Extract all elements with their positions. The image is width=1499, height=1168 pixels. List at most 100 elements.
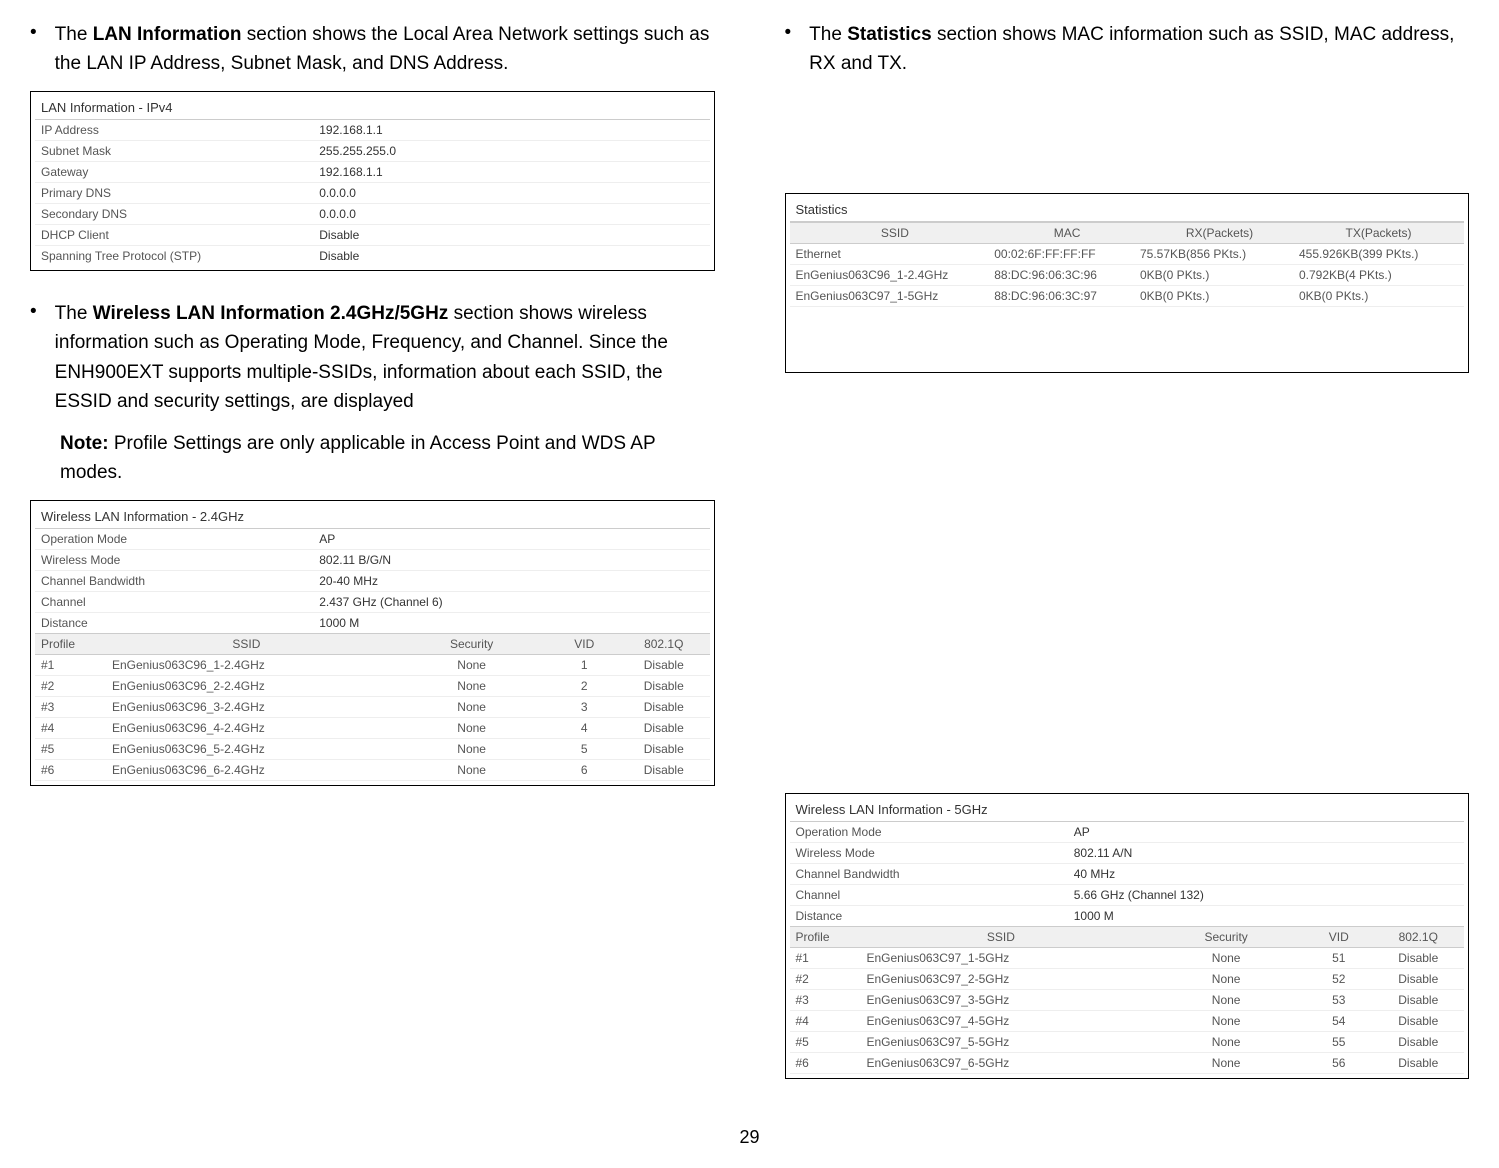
cell-ssid: EnGenius063C97_3-5GHz: [849, 993, 1154, 1007]
info-label: Channel Bandwidth: [41, 574, 319, 588]
cell-security: None: [1153, 993, 1299, 1007]
cell-security: None: [1153, 1014, 1299, 1028]
info-value: 802.11 A/N: [1074, 846, 1458, 860]
cell-vid: 53: [1299, 993, 1379, 1007]
col-rx: RX(Packets): [1140, 226, 1299, 240]
stats-header: SSID MAC RX(Packets) TX(Packets): [790, 222, 1465, 244]
cell-ssid: EnGenius063C96_3-2.4GHz: [94, 700, 399, 714]
cell-vid: 2: [545, 679, 625, 693]
cell-security: None: [399, 763, 545, 777]
wlan-info-row: Distance1000 M: [35, 613, 710, 633]
col-8021q: 802.1Q: [624, 637, 704, 651]
cell-8021q: Disable: [624, 763, 704, 777]
cell-rx: 0KB(0 PKts.): [1140, 268, 1299, 282]
wlan-profile-row: #4EnGenius063C97_4-5GHzNone54Disable: [790, 1011, 1465, 1032]
info-label: Channel: [796, 888, 1074, 902]
wlan5-header: Profile SSID Security VID 802.1Q: [790, 926, 1465, 948]
wlan-profile-row: #1EnGenius063C97_1-5GHzNone51Disable: [790, 948, 1465, 969]
wlan-info-row: Channel5.66 GHz (Channel 132): [790, 885, 1465, 906]
cell-mac: 88:DC:96:06:3C:97: [994, 289, 1140, 303]
cell-profile: #6: [796, 1056, 849, 1070]
cell-profile: #4: [796, 1014, 849, 1028]
info-label: Secondary DNS: [41, 207, 319, 221]
col-mac: MAC: [994, 226, 1140, 240]
wlan-profile-row: #3EnGenius063C97_3-5GHzNone53Disable: [790, 990, 1465, 1011]
wlan-info-row: Wireless Mode802.11 A/N: [790, 843, 1465, 864]
wlan-profile-row: #3EnGenius063C96_3-2.4GHzNone3Disable: [35, 697, 710, 718]
stats-panel-title: Statistics: [790, 198, 1465, 222]
wlan-info-row: Wireless Mode802.11 B/G/N: [35, 550, 710, 571]
cell-security: None: [1153, 1056, 1299, 1070]
wlan-profile-row: #1EnGenius063C96_1-2.4GHzNone1Disable: [35, 655, 710, 676]
cell-profile: #5: [41, 742, 94, 756]
page-number: 29: [30, 1127, 1469, 1148]
info-value: 1000 M: [319, 616, 703, 630]
info-value: AP: [1074, 825, 1458, 839]
info-value: 2.437 GHz (Channel 6): [319, 595, 703, 609]
cell-ssid: EnGenius063C97_6-5GHz: [849, 1056, 1154, 1070]
cell-ssid: Ethernet: [796, 247, 995, 261]
wlan-bullet: • The Wireless LAN Information 2.4GHz/5G…: [30, 299, 715, 417]
col-8021q: 802.1Q: [1379, 930, 1459, 944]
cell-8021q: Disable: [1379, 1056, 1459, 1070]
col-security: Security: [1153, 930, 1299, 944]
info-value: 1000 M: [1074, 909, 1458, 923]
stats-bullet: • The Statistics section shows MAC infor…: [785, 20, 1470, 79]
cell-ssid: EnGenius063C97_2-5GHz: [849, 972, 1154, 986]
col-tx: TX(Packets): [1299, 226, 1458, 240]
cell-security: None: [399, 700, 545, 714]
stats-row: EnGenius063C97_1-5GHz88:DC:96:06:3C:970K…: [790, 286, 1465, 307]
cell-profile: #3: [796, 993, 849, 1007]
wlan-info-row: Channel Bandwidth20-40 MHz: [35, 571, 710, 592]
cell-8021q: Disable: [624, 721, 704, 735]
bullet-icon: •: [785, 22, 792, 79]
lan-info-row: Secondary DNS0.0.0.0: [35, 204, 710, 225]
cell-tx: 0.792KB(4 PKts.): [1299, 268, 1458, 282]
bullet-icon: •: [30, 22, 37, 79]
cell-mac: 88:DC:96:06:3C:96: [994, 268, 1140, 282]
cell-rx: 75.57KB(856 PKts.): [1140, 247, 1299, 261]
info-value: 0.0.0.0: [319, 186, 703, 200]
cell-8021q: Disable: [624, 742, 704, 756]
cell-ssid: EnGenius063C97_1-5GHz: [849, 951, 1154, 965]
cell-tx: 455.926KB(399 PKts.): [1299, 247, 1458, 261]
info-label: Channel Bandwidth: [796, 867, 1074, 881]
cell-security: None: [399, 742, 545, 756]
cell-ssid: EnGenius063C97_5-5GHz: [849, 1035, 1154, 1049]
cell-profile: #1: [41, 658, 94, 672]
cell-vid: 6: [545, 763, 625, 777]
wlan5-title: Wireless LAN Information - 5GHz: [790, 798, 1465, 822]
wlan-info-row: Distance1000 M: [790, 906, 1465, 926]
cell-security: None: [399, 658, 545, 672]
info-value: 40 MHz: [1074, 867, 1458, 881]
stats-row: EnGenius063C96_1-2.4GHz88:DC:96:06:3C:96…: [790, 265, 1465, 286]
cell-ssid: EnGenius063C96_6-2.4GHz: [94, 763, 399, 777]
cell-profile: #4: [41, 721, 94, 735]
info-label: Primary DNS: [41, 186, 319, 200]
col-vid: VID: [1299, 930, 1379, 944]
cell-security: None: [1153, 1035, 1299, 1049]
cell-8021q: Disable: [624, 679, 704, 693]
cell-profile: #2: [41, 679, 94, 693]
cell-profile: #2: [796, 972, 849, 986]
cell-8021q: Disable: [1379, 1014, 1459, 1028]
info-value: AP: [319, 532, 703, 546]
wlan-profile-row: #6EnGenius063C96_6-2.4GHzNone6Disable: [35, 760, 710, 781]
wlan-profile-row: #6EnGenius063C97_6-5GHzNone56Disable: [790, 1053, 1465, 1074]
cell-vid: 4: [545, 721, 625, 735]
cell-8021q: Disable: [1379, 1035, 1459, 1049]
lan-info-row: IP Address192.168.1.1: [35, 120, 710, 141]
cell-vid: 5: [545, 742, 625, 756]
cell-profile: #3: [41, 700, 94, 714]
cell-vid: 54: [1299, 1014, 1379, 1028]
cell-ssid: EnGenius063C96_5-2.4GHz: [94, 742, 399, 756]
wlan24-header: Profile SSID Security VID 802.1Q: [35, 633, 710, 655]
cell-security: None: [399, 679, 545, 693]
cell-8021q: Disable: [624, 700, 704, 714]
cell-security: None: [1153, 972, 1299, 986]
lan-info-row: Gateway192.168.1.1: [35, 162, 710, 183]
right-column: • The Statistics section shows MAC infor…: [785, 20, 1470, 1107]
info-value: 192.168.1.1: [319, 123, 703, 137]
cell-profile: #6: [41, 763, 94, 777]
info-value: 802.11 B/G/N: [319, 553, 703, 567]
